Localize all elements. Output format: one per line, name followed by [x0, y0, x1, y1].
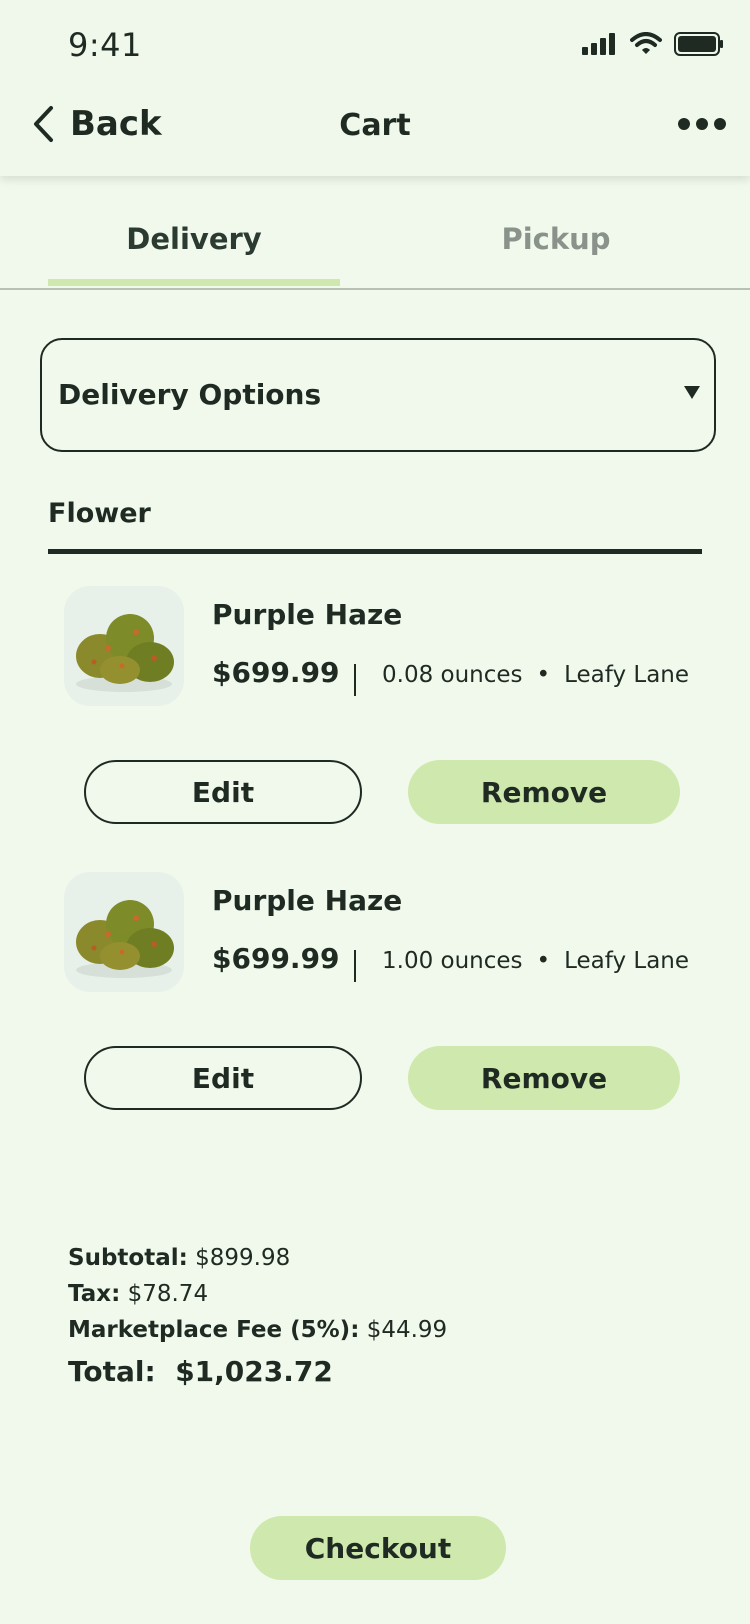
subtotal-row: Subtotal: $899.98 [68, 1240, 447, 1276]
cart-item: Purple Haze $699.99 0.08 ounces • Leafy La… [0, 584, 750, 844]
delivery-options-select[interactable]: Delivery Options [40, 338, 716, 452]
app-header: 9:41 Back Cart [0, 0, 750, 176]
product-meta: 1.00 ounces • Leafy Lane [382, 948, 689, 974]
tax-row: Tax: $78.74 [68, 1276, 447, 1312]
cannabis-bud-image [76, 900, 174, 978]
fee-value: $44.99 [366, 1317, 448, 1343]
bullet-separator: • [536, 948, 551, 974]
delivery-options-label: Delivery Options [58, 378, 322, 411]
fee-label: Marketplace Fee (5%): [68, 1317, 360, 1343]
tab-pickup[interactable]: Pickup [410, 222, 702, 256]
battery-icon [674, 32, 723, 56]
active-tab-indicator [48, 279, 340, 286]
tab-bar: Delivery Pickup [0, 176, 750, 290]
page-title: Cart [339, 108, 411, 143]
product-store: Leafy Lane [564, 948, 690, 974]
product-image [64, 586, 184, 706]
edit-button[interactable]: Edit [84, 760, 362, 824]
price-separator [354, 950, 356, 982]
total-value: $1,023.72 [175, 1355, 333, 1388]
product-name: Purple Haze [212, 598, 403, 631]
tab-delivery[interactable]: Delivery [48, 222, 340, 256]
product-meta: 0.08 ounces • Leafy Lane [382, 662, 689, 688]
tax-value: $78.74 [127, 1281, 209, 1307]
checkout-button[interactable]: Checkout [250, 1516, 506, 1580]
product-quantity: 0.08 ounces [382, 662, 523, 688]
section-divider [48, 549, 702, 554]
wifi-icon [630, 32, 662, 54]
tax-label: Tax: [68, 1281, 121, 1307]
more-options-icon[interactable] [678, 118, 726, 130]
product-price: $699.99 [212, 942, 340, 975]
order-summary: Subtotal: $899.98 Tax: $78.74 Marketplac… [68, 1240, 447, 1390]
subtotal-label: Subtotal: [68, 1245, 188, 1271]
total-label: Total: [68, 1355, 156, 1388]
product-quantity: 1.00 ounces [382, 948, 523, 974]
price-separator [354, 664, 356, 696]
section-title: Flower [48, 498, 151, 529]
product-store: Leafy Lane [564, 662, 690, 688]
remove-button[interactable]: Remove [408, 1046, 680, 1110]
status-time: 9:41 [68, 26, 142, 64]
cart-item: Purple Haze $699.99 1.00 ounces • Leafy La… [0, 870, 750, 1130]
product-image [64, 872, 184, 992]
product-price: $699.99 [212, 656, 340, 689]
signal-icon [582, 33, 615, 55]
product-name: Purple Haze [212, 884, 403, 917]
bullet-separator: • [536, 662, 551, 688]
edit-button[interactable]: Edit [84, 1046, 362, 1110]
caret-down-icon [684, 386, 700, 399]
remove-button[interactable]: Remove [408, 760, 680, 824]
cannabis-bud-image [76, 614, 174, 692]
total-row: Total: $1,023.72 [68, 1354, 447, 1390]
subtotal-value: $899.98 [195, 1245, 291, 1271]
fee-row: Marketplace Fee (5%): $44.99 [68, 1312, 447, 1348]
status-icons [582, 32, 724, 56]
